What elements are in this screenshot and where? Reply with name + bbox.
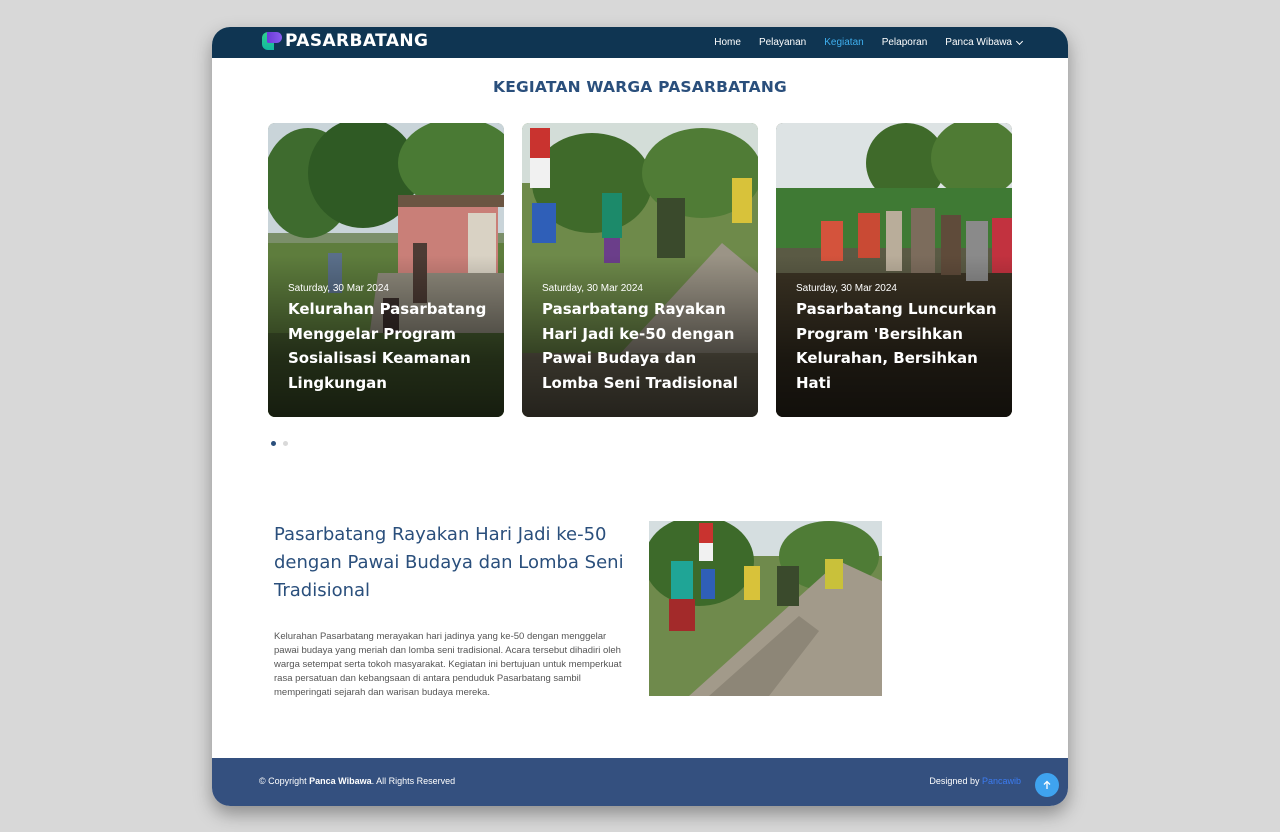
card-caption: Saturday, 30 Mar 2024 Pasarbatang Luncur… (796, 283, 998, 395)
carousel-dot-2[interactable] (283, 441, 288, 446)
designer-link[interactable]: Pancawib (982, 776, 1021, 786)
nav-item-label: Pelayanan (758, 37, 807, 48)
back-to-top-button[interactable] (1035, 773, 1059, 797)
nav-item-pelayanan[interactable]: Pelayanan (759, 37, 806, 48)
card-caption: Saturday, 30 Mar 2024 Pasarbatang Rayaka… (542, 283, 744, 395)
card-date: Saturday, 30 Mar 2024 (288, 283, 389, 294)
browser-window: PASARBATANG Home Pelayanan Kegiatan Pela… (212, 27, 1068, 806)
copyright-prefix: © Copyright (259, 776, 310, 786)
nav-item-label: Pelaporan (881, 37, 928, 48)
footer: © Copyright Panca Wibawa. All Rights Res… (212, 758, 1068, 806)
card-title: Kelurahan Pasarbatang Menggelar Program … (288, 300, 487, 392)
article-title: Pasarbatang Rayakan Hari Jadi ke-50 deng… (274, 524, 624, 601)
card-caption: Saturday, 30 Mar 2024 Kelurahan Pasarbat… (288, 283, 490, 395)
nav-item-home[interactable]: Home (714, 37, 741, 48)
article-photo (649, 521, 882, 696)
carousel-dot-1[interactable] (271, 441, 276, 446)
activity-card[interactable]: Saturday, 30 Mar 2024 Pasarbatang Rayaka… (522, 123, 758, 417)
nav-item-panca-wibawa[interactable]: Panca Wibawa (945, 37, 1024, 48)
article-body: Kelurahan Pasarbatang merayakan hari jad… (274, 631, 622, 698)
logo-mark-icon (262, 31, 282, 51)
designed-prefix: Designed by (929, 776, 982, 786)
card-title: Pasarbatang Luncurkan Program 'Bersihkan… (796, 300, 997, 392)
card-date: Saturday, 30 Mar 2024 (542, 283, 643, 294)
nav-item-label: Home (714, 37, 741, 48)
copyright-suffix: . All Rights Reserved (371, 776, 456, 786)
nav-item-label: Panca Wibawa (945, 37, 1012, 48)
brand-name: PASARBATANG (285, 31, 429, 51)
nav-item-label: Kegiatan (824, 37, 864, 48)
nav-item-kegiatan[interactable]: Kegiatan (824, 37, 863, 48)
card-title: Pasarbatang Rayakan Hari Jadi ke-50 deng… (542, 300, 738, 392)
nav-item-pelaporan[interactable]: Pelaporan (882, 37, 928, 48)
copyright-owner: Panca Wibawa (309, 776, 372, 786)
carousel-pagination (271, 441, 295, 446)
arrow-up-icon (1043, 780, 1051, 789)
navbar: PASARBATANG Home Pelayanan Kegiatan Pela… (212, 27, 1068, 58)
card-date: Saturday, 30 Mar 2024 (796, 283, 897, 294)
brand-logo[interactable]: PASARBATANG (262, 31, 428, 51)
designed-by-text: Designed by Pancawib (929, 776, 1021, 786)
section-title: KEGIATAN WARGA PASARBATANG (493, 78, 787, 96)
nav-menu: Home Pelayanan Kegiatan Pelaporan Panca … (696, 27, 1024, 58)
copyright-text: © Copyright Panca Wibawa. All Rights Res… (259, 776, 455, 786)
chevron-down-icon (1015, 37, 1024, 45)
activity-card[interactable]: Saturday, 30 Mar 2024 Pasarbatang Luncur… (776, 123, 1012, 417)
activity-card[interactable]: Saturday, 30 Mar 2024 Kelurahan Pasarbat… (268, 123, 504, 417)
